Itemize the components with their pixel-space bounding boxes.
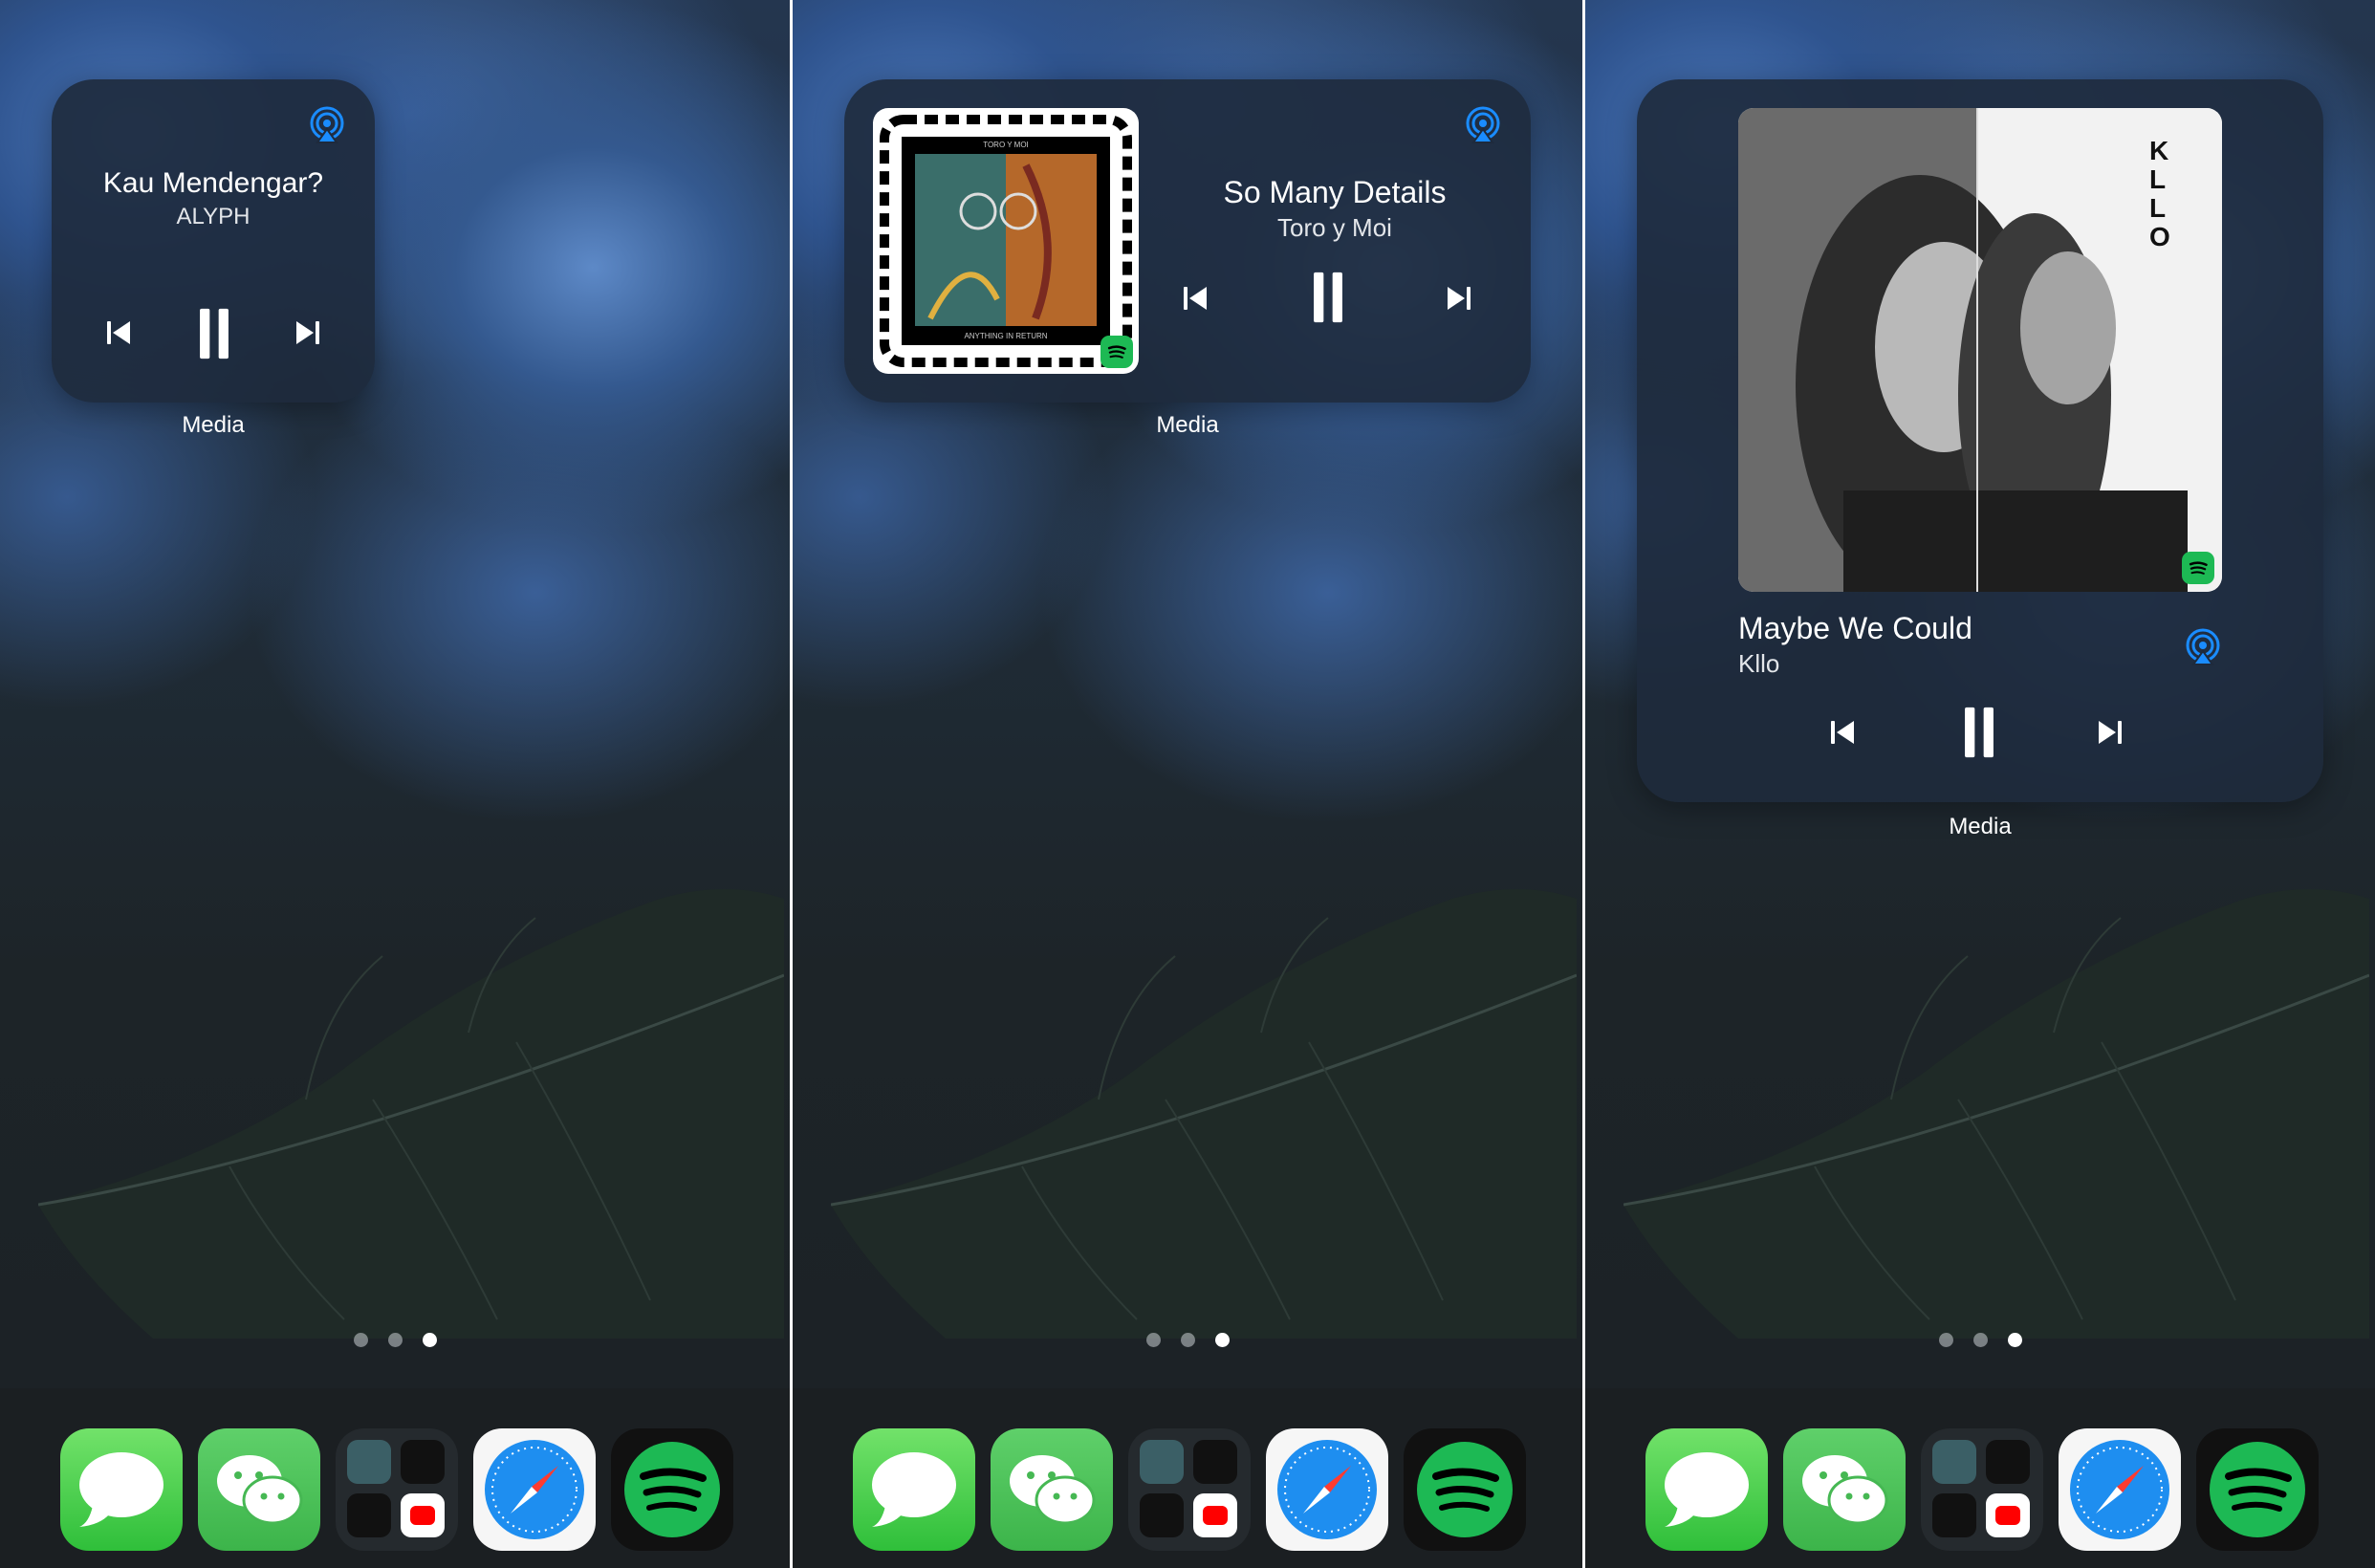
spotify-mini-icon	[347, 1493, 391, 1537]
next-track-icon[interactable]	[2096, 718, 2124, 747]
wechat-app[interactable]	[1783, 1428, 1906, 1551]
spotify-badge	[1100, 336, 1133, 368]
page-dot[interactable]	[354, 1333, 368, 1347]
wechat-app[interactable]	[991, 1428, 1113, 1551]
airplay-icon[interactable]	[2184, 628, 2222, 666]
spotify-icon	[1104, 339, 1129, 364]
app-folder[interactable]	[336, 1428, 458, 1551]
widget-label: Media	[182, 412, 245, 438]
spotify-icon	[2186, 555, 2211, 580]
wechat-icon	[1802, 1455, 1888, 1525]
spotify-icon	[1417, 1442, 1513, 1537]
airplay-icon[interactable]	[308, 106, 346, 144]
youtube-mini-icon	[401, 1493, 445, 1537]
compass-icon	[1277, 1440, 1377, 1539]
track-artist: ALYPH	[176, 204, 251, 229]
wechat-app[interactable]	[198, 1428, 320, 1551]
spotify-mini-icon	[1932, 1493, 1976, 1537]
media-widget[interactable]: Kau Mendengar? ALYPH	[52, 79, 375, 403]
wallpaper-leaf	[831, 841, 1577, 1339]
safari-app[interactable]	[2059, 1428, 2181, 1551]
page-dot[interactable]	[1181, 1333, 1195, 1347]
safari-app[interactable]	[473, 1428, 596, 1551]
youtube-mini-icon	[1193, 1493, 1237, 1537]
album-art[interactable]: TORO Y MOI ANYTHING IN RETURN	[873, 108, 1139, 374]
airplay-icon[interactable]	[1464, 106, 1502, 144]
youtube-mini-icon	[1986, 1493, 2030, 1537]
page-dot[interactable]	[388, 1333, 403, 1347]
widget-label: Media	[1156, 412, 1219, 438]
media-widget[interactable]: KLLO Maybe We Could Kllo	[1637, 79, 2323, 802]
track-artist: Kllo	[1738, 649, 1780, 678]
media-widget[interactable]: TORO Y MOI ANYTHING IN RETURN So Many De…	[844, 79, 1531, 403]
previous-track-icon[interactable]	[1181, 284, 1209, 313]
track-title: Kau Mendengar?	[102, 167, 324, 199]
messages-app[interactable]	[60, 1428, 183, 1551]
next-track-icon[interactable]	[294, 318, 322, 347]
messages-app[interactable]	[853, 1428, 975, 1551]
message-bubble-icon	[1665, 1452, 1749, 1527]
pause-icon[interactable]	[1309, 271, 1347, 324]
spotify-icon	[624, 1442, 720, 1537]
wallpaper-leaf	[38, 841, 784, 1339]
next-track-icon[interactable]	[1445, 284, 1473, 313]
page-dot-active[interactable]	[423, 1333, 437, 1347]
terminal-mini-icon	[1986, 1440, 2030, 1484]
previous-track-icon[interactable]	[104, 318, 133, 347]
page-dot-active[interactable]	[1215, 1333, 1230, 1347]
wechat-icon	[1010, 1455, 1096, 1525]
pause-icon[interactable]	[1960, 706, 1998, 759]
previous-track-icon[interactable]	[1828, 718, 1857, 747]
page-dot[interactable]	[1146, 1333, 1161, 1347]
spotify-app[interactable]	[611, 1428, 733, 1551]
wallpaper-leaf	[1623, 841, 2369, 1339]
page-dot-active[interactable]	[2008, 1333, 2022, 1347]
safari-app[interactable]	[1266, 1428, 1388, 1551]
message-bubble-icon	[79, 1452, 163, 1527]
app-folder[interactable]	[1128, 1428, 1251, 1551]
page-indicator[interactable]	[1585, 1333, 2375, 1348]
track-title: So Many Details	[1223, 175, 1447, 209]
pause-icon[interactable]	[195, 307, 233, 360]
messages-app[interactable]	[1645, 1428, 1768, 1551]
terminal-mini-icon	[401, 1440, 445, 1484]
album-art[interactable]: KLLO	[1738, 108, 2222, 592]
terminal-mini-icon	[1193, 1440, 1237, 1484]
mini-app-icon	[1140, 1440, 1184, 1484]
page-dot[interactable]	[1973, 1333, 1988, 1347]
album-text-bottom: ANYTHING IN RETURN	[964, 332, 1048, 340]
spotify-badge	[2182, 552, 2214, 584]
app-folder[interactable]	[1921, 1428, 2043, 1551]
spotify-icon	[2210, 1442, 2305, 1537]
message-bubble-icon	[872, 1452, 956, 1527]
widget-label: Media	[1949, 814, 2012, 839]
page-indicator[interactable]	[793, 1333, 1582, 1348]
home-screen-panel-1: Kau Mendengar? ALYPH Media	[0, 0, 790, 1568]
mini-app-icon	[1932, 1440, 1976, 1484]
spotify-app[interactable]	[2196, 1428, 2319, 1551]
compass-icon	[485, 1440, 584, 1539]
track-artist: Toro y Moi	[1277, 213, 1392, 242]
page-indicator[interactable]	[0, 1333, 790, 1348]
home-screen-panel-3: KLLO Maybe We Could Kllo Media	[1585, 0, 2375, 1568]
compass-icon	[2070, 1440, 2169, 1539]
home-screen-panel-2: TORO Y MOI ANYTHING IN RETURN So Many De…	[793, 0, 1582, 1568]
mini-app-icon	[347, 1440, 391, 1484]
album-text: KLLO	[2149, 136, 2170, 251]
album-text-top: TORO Y MOI	[983, 141, 1029, 149]
spotify-app[interactable]	[1404, 1428, 1526, 1551]
track-title: Maybe We Could	[1738, 611, 1972, 645]
page-dot[interactable]	[1939, 1333, 1953, 1347]
wechat-icon	[217, 1455, 303, 1525]
spotify-mini-icon	[1140, 1493, 1184, 1537]
